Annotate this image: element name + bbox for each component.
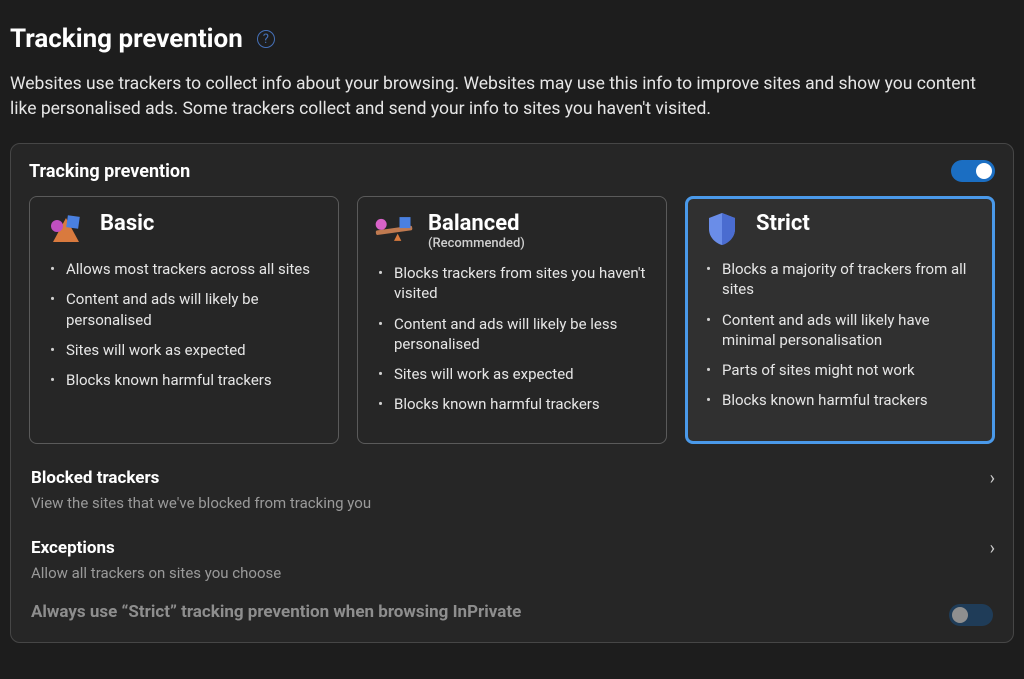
balance-scale-icon: [372, 212, 416, 246]
page-title: Tracking prevention: [10, 24, 243, 54]
level-bullet: Blocks known harmful trackers: [50, 370, 322, 390]
inprivate-strict-toggle: [949, 604, 993, 626]
level-bullet: Blocks known harmful trackers: [706, 390, 978, 410]
level-bullet: Sites will work as expected: [50, 340, 322, 360]
blocked-row-title: Blocked trackers: [31, 468, 993, 488]
level-card-strict[interactable]: Strict Blocks a majority of trackers from…: [685, 196, 995, 444]
level-bullets: Allows most trackers across all sites Con…: [44, 259, 324, 390]
level-card-balanced[interactable]: Balanced(Recommended) Blocks trackers fro…: [357, 196, 667, 444]
tracking-prevention-panel: Tracking prevention Basic Allows most tra…: [10, 143, 1014, 643]
help-icon[interactable]: ?: [257, 30, 275, 48]
inprivate-strict-row: Always use “Strict” tracking prevention …: [29, 596, 995, 630]
level-bullet: Content and ads will likely be personali…: [50, 289, 322, 330]
level-bullets: Blocks a majority of trackers from all s…: [700, 259, 980, 411]
inprivate-strict-label: Always use “Strict” tracking prevention …: [31, 602, 521, 622]
level-bullet: Allows most trackers across all sites: [50, 259, 322, 279]
level-bullet: Sites will work as expected: [378, 364, 650, 384]
level-title: Basic: [100, 211, 154, 236]
level-bullet: Content and ads will likely be less pers…: [378, 314, 650, 355]
basic-icon: [44, 211, 88, 247]
page-description: Websites use trackers to collect info ab…: [10, 72, 990, 121]
chevron-right-icon: ›: [990, 468, 995, 489]
level-subtitle: (Recommended): [428, 236, 525, 251]
level-bullet: Blocks known harmful trackers: [378, 394, 650, 414]
level-title: Strict: [756, 211, 810, 236]
level-bullet: Content and ads will likely have minimal…: [706, 310, 978, 351]
panel-header: Tracking prevention: [29, 161, 190, 182]
exceptions-row-title: Exceptions: [31, 538, 993, 558]
level-bullets: Blocks trackers from sites you haven't v…: [372, 263, 652, 415]
tracking-prevention-toggle[interactable]: [951, 160, 995, 182]
basic-shapes-icon: [45, 212, 87, 246]
shield-icon: [705, 211, 739, 247]
strict-icon: [700, 211, 744, 247]
balanced-icon: [372, 211, 416, 247]
blocked-row-subtitle: View the sites that we've blocked from t…: [31, 494, 993, 512]
chevron-right-icon: ›: [990, 538, 995, 559]
blocked-row[interactable]: Blocked trackers View the sites that we'v…: [29, 462, 995, 526]
exceptions-row-subtitle: Allow all trackers on sites you choose: [31, 564, 993, 582]
exceptions-row[interactable]: Exceptions Allow all trackers on sites yo…: [29, 532, 995, 596]
level-bullet: Parts of sites might not work: [706, 360, 978, 380]
level-bullet: Blocks a majority of trackers from all s…: [706, 259, 978, 300]
level-title: Balanced: [428, 211, 525, 236]
level-bullet: Blocks trackers from sites you haven't v…: [378, 263, 650, 304]
level-card-basic[interactable]: Basic Allows most trackers across all sit…: [29, 196, 339, 444]
